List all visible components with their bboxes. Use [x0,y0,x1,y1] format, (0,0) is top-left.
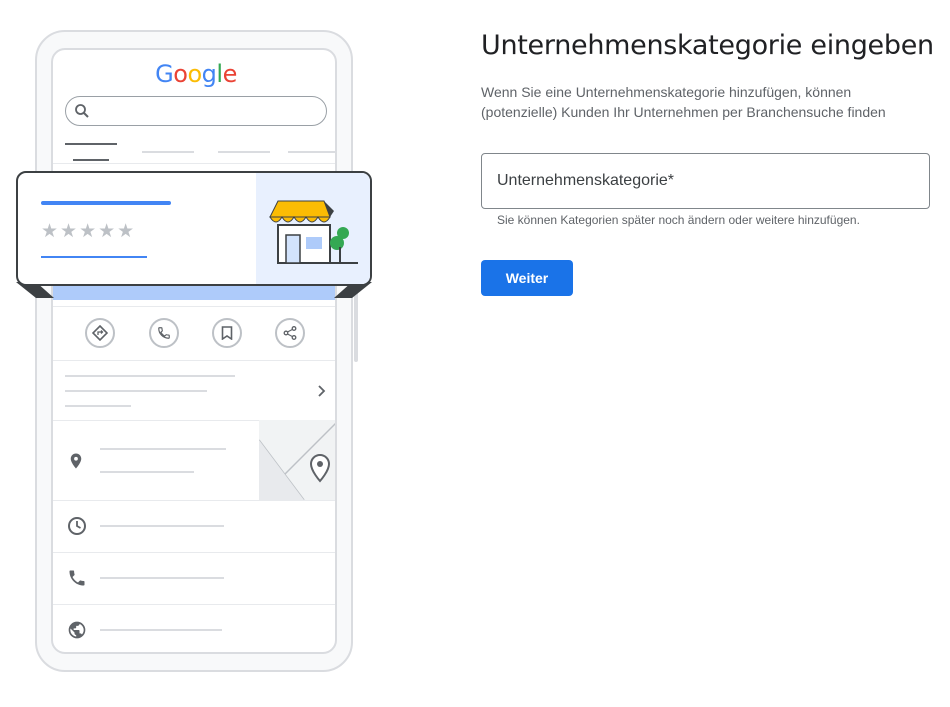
map-thumbnail [259,420,335,500]
text-line [100,577,224,579]
globe-icon [68,621,86,639]
tab-line [218,151,270,153]
page-description: Wenn Sie eine Unternehmenskategorie hinz… [481,84,886,120]
google-logo-letter: o [187,60,202,88]
call-icon [149,318,179,348]
directions-icon [85,318,115,348]
tab-indicator [73,159,109,161]
text-line [65,375,235,377]
tab-line-active [65,143,117,145]
text-line [100,471,194,473]
business-category-input[interactable] [481,153,930,209]
chevron-right-icon [318,385,326,397]
phone-screen: Google [51,48,337,654]
google-logo: Google [53,60,335,88]
divider [53,360,335,361]
phone-icon [69,570,85,586]
text-line [100,525,224,527]
storefront-icon [269,200,358,264]
share-icon [275,318,305,348]
google-logo-letter: g [201,60,217,88]
tab-line [288,151,335,153]
tab-line [142,151,194,153]
page-title: Unternehmenskategorie eingeben [481,30,934,61]
google-logo-letter: G [155,60,174,88]
divider [53,163,335,164]
bookmark-icon [212,318,242,348]
next-button[interactable]: Weiter [481,260,573,296]
search-icon [75,104,89,118]
divider [53,552,335,553]
clock-icon [68,517,86,535]
rating-stars: ★★★★★ [41,221,137,242]
google-logo-letter: e [222,60,238,88]
location-pin-icon [70,453,82,469]
storefront-panel [256,173,370,284]
text-line [65,390,207,392]
scrollbar-thumb [354,290,358,362]
category-line [41,256,147,258]
divider [53,604,335,605]
business-profile-card: ★★★★★ [16,171,372,286]
field-hint: Sie können Kategorien später noch ändern… [497,213,860,227]
search-bar-illustration [65,96,327,126]
business-name-line [41,201,171,205]
divider [53,500,335,501]
divider [53,306,335,307]
text-line [100,629,222,631]
google-logo-letter: o [173,60,188,88]
text-line [100,448,226,450]
text-line [65,405,131,407]
